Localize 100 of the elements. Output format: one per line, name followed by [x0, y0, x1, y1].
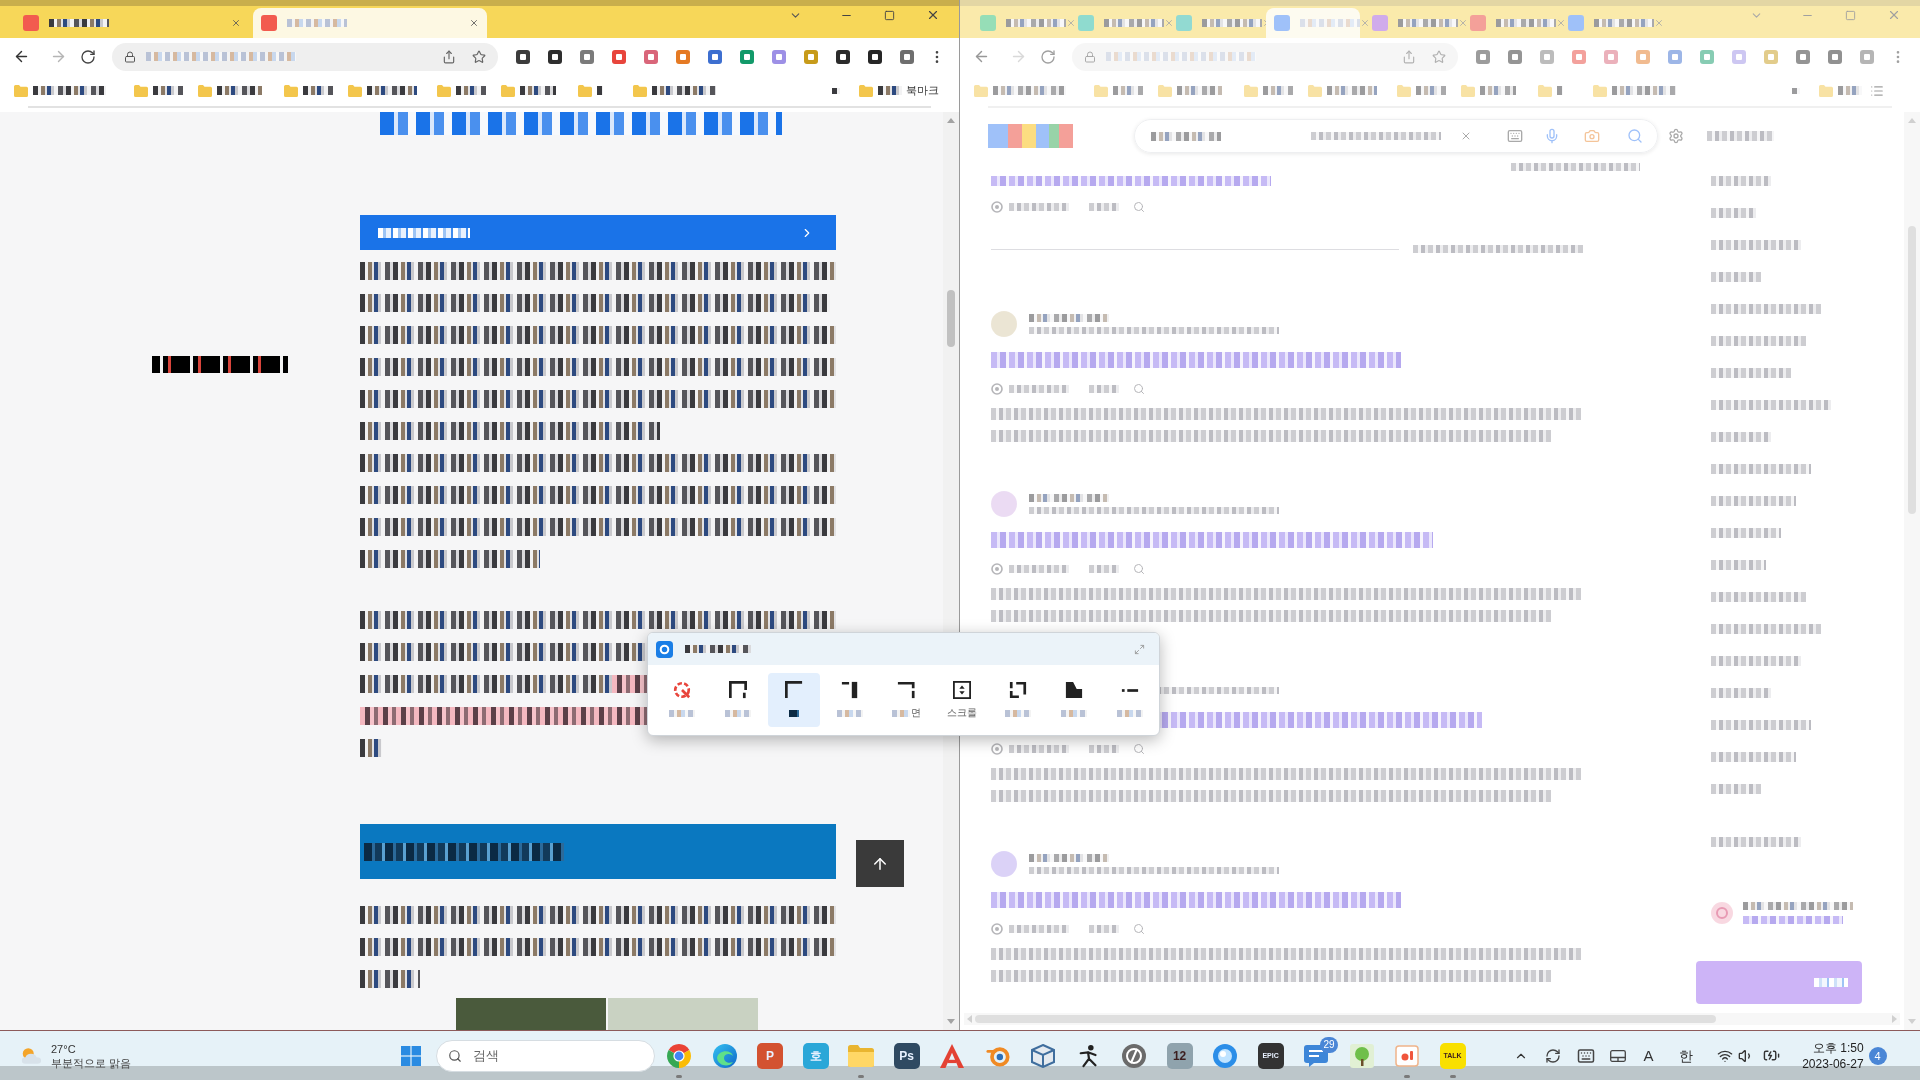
browser-tab[interactable]: [253, 8, 487, 38]
maximize-icon[interactable]: [1845, 9, 1856, 21]
search-icon[interactable]: [1627, 128, 1643, 144]
forward-icon[interactable]: [50, 48, 67, 65]
folder-icon[interactable]: [198, 84, 212, 97]
taskbar-app-button[interactable]: Ps: [893, 1042, 920, 1069]
input-mode-indicator[interactable]: 한: [1678, 1046, 1693, 1065]
close-icon[interactable]: [231, 18, 241, 28]
extension-icon[interactable]: [515, 48, 531, 65]
maximize-icon[interactable]: [884, 9, 895, 21]
input-indicator[interactable]: A: [1643, 1046, 1654, 1065]
bookmark-star-icon[interactable]: [1432, 49, 1446, 64]
folder-icon[interactable]: [578, 84, 592, 97]
scroll-down-icon[interactable]: [1908, 1019, 1916, 1024]
folder-icon[interactable]: [1461, 84, 1475, 97]
scroll-up-icon[interactable]: [947, 118, 955, 123]
snip-mode-button[interactable]: 스크롤: [936, 673, 988, 727]
share-icon[interactable]: [1402, 49, 1416, 64]
folder-icon[interactable]: [14, 84, 28, 97]
search-icon[interactable]: [1133, 923, 1145, 935]
camera-icon[interactable]: [1584, 128, 1600, 144]
action-button[interactable]: [1696, 961, 1862, 1004]
extension-icon[interactable]: [867, 48, 883, 65]
count-badge: 29: [1320, 1036, 1339, 1053]
reload-icon[interactable]: [80, 48, 96, 65]
forward-icon[interactable]: [1010, 48, 1027, 65]
extension-icon[interactable]: [835, 48, 851, 65]
corner-icon: [785, 681, 803, 699]
snip-mode-button[interactable]: [768, 673, 820, 727]
disc-icon: [1122, 1043, 1147, 1068]
scroll-icon: [953, 681, 971, 699]
pixelated-text: [367, 86, 417, 95]
pixelated-text: [287, 19, 347, 27]
taskbar-app-button[interactable]: P: [757, 1042, 784, 1069]
folder-icon[interactable]: [1538, 84, 1552, 97]
close-icon[interactable]: [469, 18, 479, 28]
folder-icon[interactable]: [437, 84, 451, 97]
search-icon[interactable]: [1133, 201, 1145, 213]
folder-icon[interactable]: [284, 84, 298, 97]
pixelated-text: [1416, 86, 1446, 95]
share-icon[interactable]: [442, 49, 456, 64]
folder-icon[interactable]: [1244, 84, 1258, 97]
weather-icon[interactable]: [20, 1046, 42, 1065]
keyboard-icon[interactable]: [1576, 1046, 1595, 1065]
search-icon[interactable]: [1133, 563, 1145, 575]
search-field[interactable]: 검색: [436, 1039, 656, 1072]
scrollbar-thumb[interactable]: [975, 1015, 1716, 1023]
notch-icon: [841, 681, 859, 699]
pixelated-text: [1480, 86, 1516, 95]
favicon-icon: [1176, 15, 1192, 31]
blurred-logo[interactable]: [988, 124, 1073, 148]
folder-icon: [848, 1044, 875, 1067]
settings-icon[interactable]: [1668, 128, 1684, 144]
lock-icon[interactable]: [124, 50, 136, 63]
folder-icon[interactable]: [859, 84, 873, 97]
folder-icon[interactable]: [134, 84, 148, 97]
folder-icon[interactable]: [1094, 84, 1108, 97]
clear-icon[interactable]: [1460, 130, 1472, 142]
folder-icon[interactable]: [974, 84, 988, 97]
scroll-top-button[interactable]: [856, 840, 904, 887]
scroll-up-icon[interactable]: [1908, 118, 1916, 123]
scroll-right-icon[interactable]: [1892, 1015, 1897, 1023]
taskbar-app-button[interactable]: 12: [1166, 1042, 1193, 1069]
expand-icon[interactable]: [1134, 643, 1145, 655]
bookmark-star-icon[interactable]: [472, 49, 486, 64]
link-banner[interactable]: [360, 215, 836, 250]
address-field[interactable]: [1072, 42, 1458, 71]
folder-icon[interactable]: [1158, 84, 1172, 97]
list-icon[interactable]: [1870, 83, 1884, 98]
cube-icon: [1031, 1043, 1056, 1068]
notification-badge[interactable]: 4: [1868, 1046, 1887, 1065]
folder-icon[interactable]: [1819, 84, 1833, 97]
pixelated-text: [1104, 19, 1164, 27]
folder-icon[interactable]: [1308, 84, 1322, 97]
close-icon[interactable]: [926, 8, 940, 22]
sync-icon[interactable]: [1544, 1047, 1561, 1064]
scrollbar-track[interactable]: [964, 1013, 1900, 1025]
mic-icon[interactable]: [1544, 128, 1560, 144]
pixelated-text: [1711, 176, 1771, 186]
search-icon[interactable]: [1133, 383, 1145, 395]
scroll-down-icon[interactable]: [947, 1019, 955, 1024]
back-icon[interactable]: [13, 48, 30, 65]
pixelated-text: [1711, 560, 1766, 570]
dashed-circle-icon: [673, 681, 691, 699]
search-icon[interactable]: [1133, 743, 1145, 755]
extension-icon[interactable]: [547, 48, 563, 65]
clock-button[interactable]: 오후 1:50 2023-06-27: [1797, 1039, 1864, 1072]
folder-icon[interactable]: [1593, 84, 1607, 97]
snip-mode-button[interactable]: 면: [880, 673, 932, 727]
touchpad-icon[interactable]: [1609, 1049, 1626, 1062]
scrollbar-thumb[interactable]: [947, 290, 955, 347]
folder-icon[interactable]: [501, 84, 515, 97]
scroll-left-icon[interactable]: [967, 1015, 972, 1023]
folder-icon[interactable]: [348, 84, 362, 97]
folder-icon[interactable]: [633, 84, 647, 97]
address-field[interactable]: [112, 42, 498, 71]
folder-icon[interactable]: [1397, 84, 1411, 97]
bookmark-label[interactable]: 북마크: [906, 84, 939, 97]
scrollbar-thumb[interactable]: [1908, 226, 1916, 514]
scrollbar-track[interactable]: [1904, 112, 1920, 1030]
